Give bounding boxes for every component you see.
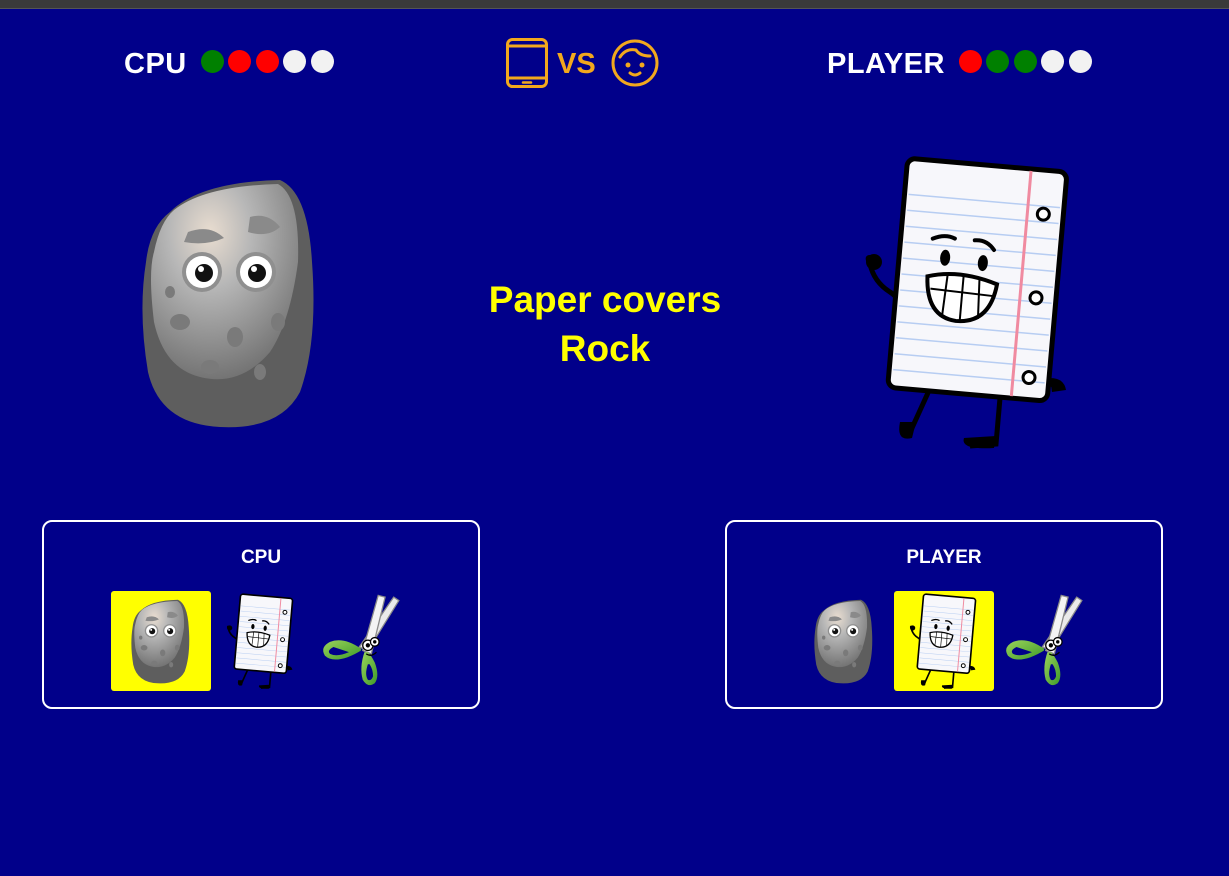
player-choice-paper[interactable] xyxy=(894,591,994,691)
versus-header: VS xyxy=(505,37,660,89)
player-round-dot-5-pending xyxy=(1068,49,1092,73)
cpu-score-label: CPU xyxy=(124,47,187,80)
paper-icon xyxy=(226,593,294,690)
cpu-choice-panel: CPU xyxy=(42,520,480,709)
cpu-choice-scissors[interactable] xyxy=(311,591,411,691)
paper-icon xyxy=(909,593,977,690)
window-top-bar xyxy=(0,0,1229,9)
cpu-rock-character xyxy=(142,180,314,428)
cpu-round-dot-1-win xyxy=(200,49,224,73)
player-choice-rock[interactable] xyxy=(794,591,894,691)
cpu-round-dot-5-pending xyxy=(310,49,334,73)
player-round-dot-4-pending xyxy=(1041,49,1065,73)
cpu-choice-paper[interactable] xyxy=(211,591,311,691)
player-round-dots xyxy=(958,49,1097,73)
cpu-round-dot-3-loss xyxy=(255,49,279,73)
cpu-round-dots xyxy=(200,49,339,73)
cpu-panel-title: CPU xyxy=(240,547,282,568)
round-result: Paper covers Rock xyxy=(460,275,750,373)
player-round-dot-3-win xyxy=(1013,49,1037,73)
scissors-icon xyxy=(1005,594,1083,686)
cpu-choice-rock[interactable] xyxy=(111,591,211,691)
cpu-score: CPU xyxy=(124,44,338,84)
cpu-round-dot-2-loss xyxy=(228,49,252,73)
rock-icon xyxy=(131,599,190,684)
rock-icon xyxy=(814,599,873,684)
player-round-dot-2-win xyxy=(986,49,1010,73)
player-round-dot-1-loss xyxy=(958,49,982,73)
vs-label: VS xyxy=(557,47,596,80)
result-line-2: Rock xyxy=(559,328,651,369)
tablet-icon xyxy=(506,38,548,88)
player-panel-title: PLAYER xyxy=(906,547,982,568)
player-choice-panel: PLAYER xyxy=(725,520,1163,709)
player-choices xyxy=(727,591,1161,691)
player-score-label: PLAYER xyxy=(827,47,945,80)
cpu-choices xyxy=(44,591,478,691)
player-paper-character xyxy=(860,152,1080,452)
player-score: PLAYER xyxy=(827,44,1096,84)
scissors-icon xyxy=(322,594,400,686)
player-choice-scissors[interactable] xyxy=(994,591,1094,691)
cpu-round-dot-4-pending xyxy=(283,49,307,73)
face-icon xyxy=(611,39,659,87)
result-line-1: Paper covers xyxy=(488,279,722,320)
